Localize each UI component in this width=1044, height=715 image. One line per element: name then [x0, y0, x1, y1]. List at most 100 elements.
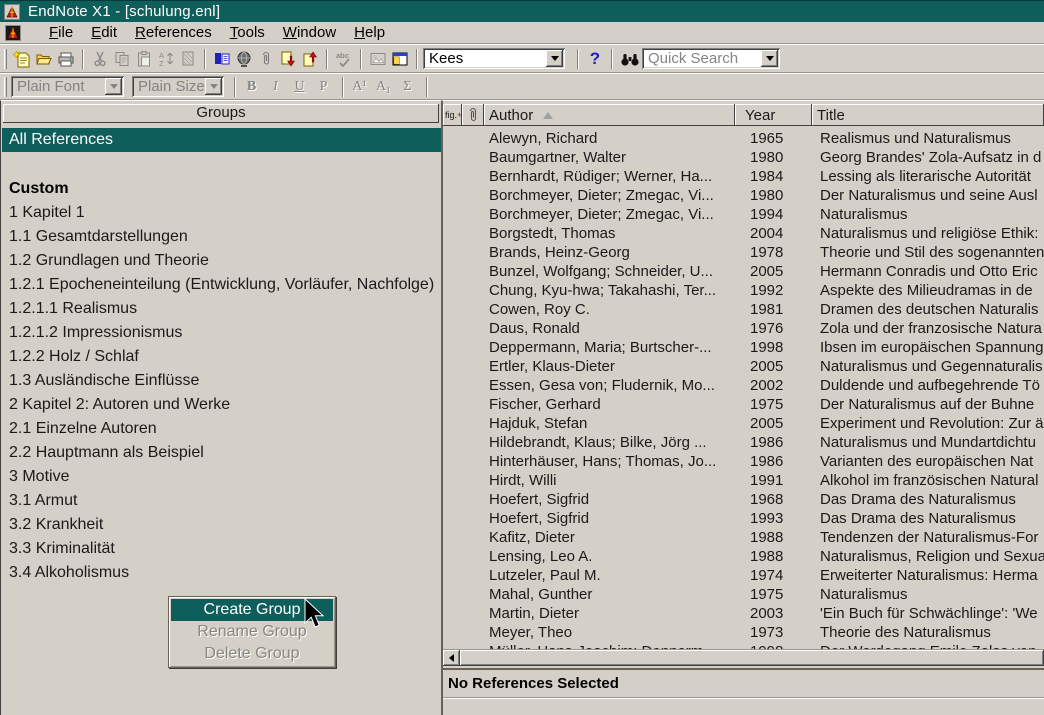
group-item[interactable]: 3.2 Krankheit	[2, 513, 440, 537]
reference-row[interactable]: Cowen, Roy C.1981Dramen des deutschen Na…	[443, 300, 1044, 319]
reference-row[interactable]: Borchmeyer, Dieter; Zmegac, Vi...1980Der…	[443, 186, 1044, 205]
reference-row[interactable]: Meyer, Theo1973Theorie des Naturalismus	[443, 623, 1044, 642]
reference-row[interactable]: Hoefert, Sigfrid1968Das Drama des Natura…	[443, 490, 1044, 509]
reference-row[interactable]: Hinterhäuser, Hans; Thomas, Jo...1986Var…	[443, 452, 1044, 471]
reference-row[interactable]: Hajduk, Stefan2005Experiment und Revolut…	[443, 414, 1044, 433]
toolbar-grip[interactable]	[4, 49, 7, 69]
cell-clip	[462, 642, 484, 649]
export-button[interactable]	[299, 48, 320, 70]
reference-row[interactable]: Ertler, Klaus-Dieter2005Naturalismus und…	[443, 357, 1044, 376]
cell-title: Naturalismus	[812, 585, 1044, 604]
new-reference-button[interactable]	[11, 48, 32, 70]
reference-row[interactable]: Bernhardt, Rüdiger; Werner, Ha...1984Les…	[443, 167, 1044, 186]
menu-help[interactable]: Help	[354, 24, 385, 41]
reference-row[interactable]: Lensing, Leo A.1988Naturalismus, Religio…	[443, 547, 1044, 566]
menu-tools[interactable]: Tools	[230, 24, 265, 41]
group-item[interactable]: 1.2.2 Holz / Schlaf	[2, 345, 440, 369]
toolbar-separator	[360, 49, 362, 69]
reference-row[interactable]: Hoefert, Sigfrid1993Das Drama des Natura…	[443, 509, 1044, 528]
group-item[interactable]: 1.3 Ausländische Einflüsse	[2, 369, 440, 393]
reference-row[interactable]: Chung, Kyu-hwa; Takahashi, Ter...1992Asp…	[443, 281, 1044, 300]
output-style-dropdown-button[interactable]	[546, 50, 563, 67]
group-item-all-references[interactable]: All References	[2, 128, 441, 152]
cell-title: Erweiterter Naturalismus: Herma	[812, 566, 1044, 585]
reference-row[interactable]: Fischer, Gerhard1975Der Naturalismus auf…	[443, 395, 1044, 414]
reference-row[interactable]: Müller, Hans-Joachim; Dennerm...1998Der …	[443, 642, 1044, 649]
menu-references[interactable]: References	[135, 24, 212, 41]
cell-fig	[443, 224, 462, 243]
cell-clip	[462, 338, 484, 357]
show-preview-button[interactable]	[389, 48, 410, 70]
copy-formatted-icon	[213, 50, 231, 68]
group-item[interactable]: 1 Kapitel 1	[2, 201, 440, 225]
group-item[interactable]: 1.2 Grundlagen und Theorie	[2, 249, 440, 273]
endnote-window: EndNote X1 - [schulung.enl] FileEditRefe…	[0, 0, 1044, 715]
reference-row[interactable]: Borgstedt, Thomas2004Naturalismus und re…	[443, 224, 1044, 243]
group-item[interactable]: 3.4 Alkoholismus	[2, 561, 440, 585]
reference-row[interactable]: Martin, Dieter2003'Ein Buch für Schwächl…	[443, 604, 1044, 623]
group-item[interactable]: 3.1 Armut	[2, 489, 440, 513]
quick-search-dropdown-button[interactable]	[761, 50, 778, 67]
column-header-title[interactable]: Title	[812, 104, 1044, 126]
reference-row[interactable]: Essen, Gesa von; Fludernik, Mo...2002Dul…	[443, 376, 1044, 395]
column-header-author[interactable]: Author	[484, 104, 735, 126]
group-item[interactable]: 3 Motive	[2, 465, 440, 489]
reference-row[interactable]: Alewyn, Richard1965Realismus und Natural…	[443, 129, 1044, 148]
reference-row[interactable]: Hirdt, Willi1991Alkohol im französischen…	[443, 471, 1044, 490]
reference-row[interactable]: Deppermann, Maria; Burtscher-...1998Ibse…	[443, 338, 1044, 357]
group-item[interactable]: 2.1 Einzelne Autoren	[2, 417, 440, 441]
toolbar-grip[interactable]	[4, 77, 7, 97]
reference-row[interactable]: Mahal, Gunther1975Naturalismus	[443, 585, 1044, 604]
cell-clip	[462, 604, 484, 623]
group-item[interactable]: 3.3 Kriminalität	[2, 537, 440, 561]
open-library-button[interactable]	[33, 48, 54, 70]
help-button[interactable]: ?	[584, 48, 606, 70]
attach-file-button[interactable]	[255, 48, 276, 70]
group-item[interactable]: 2 Kapitel 2: Autoren und Werke	[2, 393, 440, 417]
cell-fig	[443, 186, 462, 205]
reference-row[interactable]: Hildebrandt, Klaus; Bilke, Jörg ...1986N…	[443, 433, 1044, 452]
group-item[interactable]: 1.1 Gesamtdarstellungen	[2, 225, 440, 249]
search-button[interactable]	[618, 48, 642, 70]
column-header-attachment[interactable]	[462, 104, 484, 126]
reference-row[interactable]: Bunzel, Wolfgang; Schneider, U...2005Her…	[443, 262, 1044, 281]
group-item[interactable]: 1.2.1.2 Impressionismus	[2, 321, 440, 345]
output-style-select[interactable]: Kees	[423, 48, 565, 69]
scroll-left-button[interactable]	[443, 650, 460, 666]
groups-pane-header[interactable]: Groups	[3, 104, 439, 123]
reference-row[interactable]: Daus, Ronald1976Zola und der franzosisch…	[443, 319, 1044, 338]
column-header-year[interactable]: Year	[735, 104, 812, 126]
reference-row[interactable]: Baumgartner, Walter1980Georg Brandes' Zo…	[443, 148, 1044, 167]
export-icon	[301, 50, 319, 68]
group-item[interactable]: 2.2 Hauptmann als Beispiel	[2, 441, 440, 465]
reference-row[interactable]: Borchmeyer, Dieter; Zmegac, Vi...1994Nat…	[443, 205, 1044, 224]
column-header-figure[interactable]: fig.+	[443, 104, 462, 126]
cell-title: Varianten des europäischen Nat	[812, 452, 1044, 471]
scrollbar-thumb[interactable]	[460, 650, 1044, 666]
cell-year: 1968	[735, 490, 812, 509]
print-button[interactable]	[55, 48, 76, 70]
reference-row[interactable]: Brands, Heinz-Georg1978Theorie und Stil …	[443, 243, 1044, 262]
copy-formatted-button[interactable]	[211, 48, 232, 70]
horizontal-scrollbar[interactable]	[443, 649, 1044, 666]
menu-edit[interactable]: Edit	[91, 24, 117, 41]
document-icon[interactable]	[5, 25, 21, 41]
group-item[interactable]: 1.2.1.1 Realismus	[2, 297, 440, 321]
cell-author: Cowen, Roy C.	[484, 300, 735, 319]
menu-file[interactable]: File	[49, 24, 73, 41]
menu-window[interactable]: Window	[283, 24, 336, 41]
cell-title: Zola und der franzosische Natura	[812, 319, 1044, 338]
cell-author: Borgstedt, Thomas	[484, 224, 735, 243]
cell-clip	[462, 281, 484, 300]
import-button[interactable]	[277, 48, 298, 70]
cell-fig	[443, 243, 462, 262]
reference-row[interactable]: Lutzeler, Paul M.1974Erweiterter Natural…	[443, 566, 1044, 585]
new-reference-icon	[13, 50, 31, 68]
group-item[interactable]: 1.2.1 Epocheneinteilung (Entwicklung, Vo…	[2, 273, 440, 297]
cell-year: 2002	[735, 376, 812, 395]
cell-author: Kafitz, Dieter	[484, 528, 735, 547]
cell-fig	[443, 129, 462, 148]
quick-search-input[interactable]: Quick Search	[642, 48, 780, 69]
reference-row[interactable]: Kafitz, Dieter1988Tendenzen der Naturali…	[443, 528, 1044, 547]
online-search-button[interactable]	[233, 48, 254, 70]
